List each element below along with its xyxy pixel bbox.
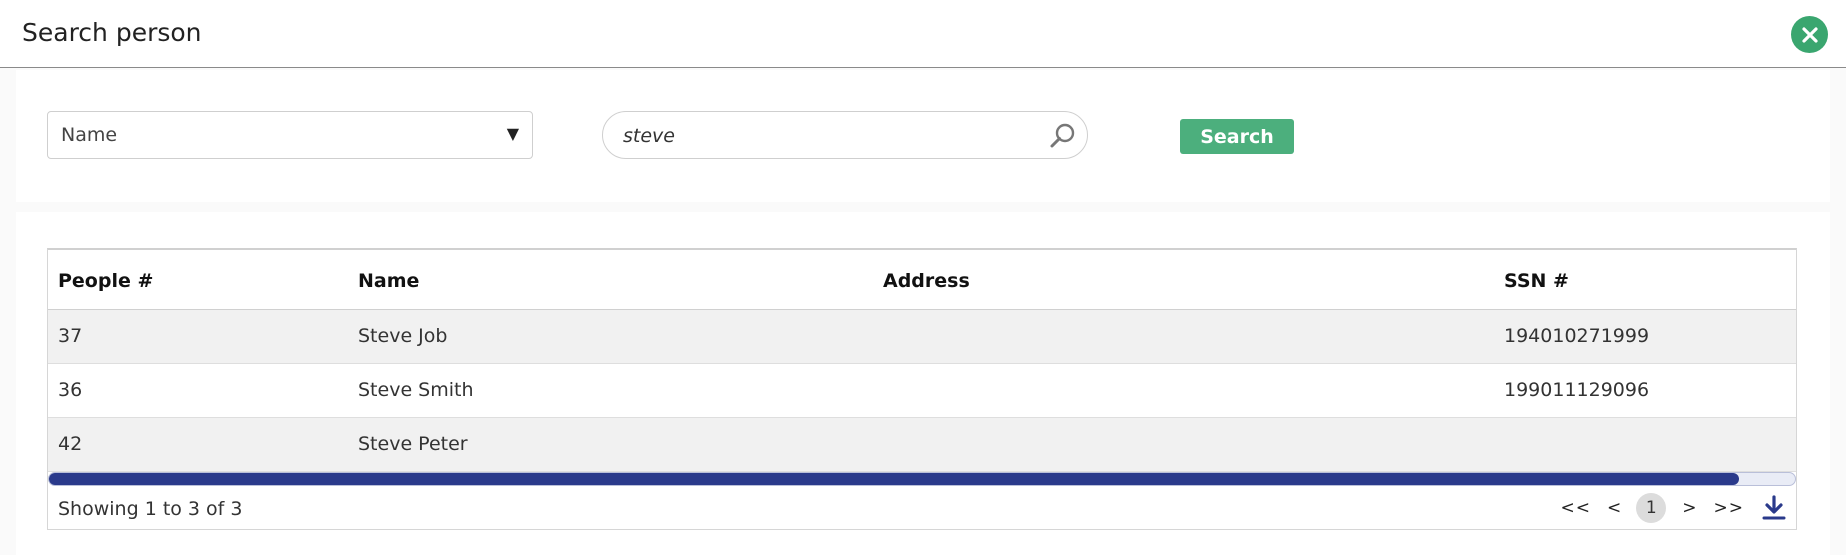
cell-ssn: 194010271999: [1504, 325, 1650, 347]
cell-name: Steve Smith: [358, 379, 474, 401]
cell-people: 37: [58, 325, 83, 347]
close-icon: [1801, 26, 1818, 43]
column-header-name[interactable]: Name: [358, 270, 419, 292]
close-button[interactable]: [1791, 16, 1828, 53]
search-field-select[interactable]: Name ▼: [47, 111, 533, 159]
search-person-dialog: Search person Name ▼ Search People # Nam…: [0, 0, 1846, 555]
table-row[interactable]: 37 Steve Job 194010271999: [48, 310, 1796, 364]
results-info: Showing 1 to 3 of 3: [58, 498, 243, 520]
current-page-button[interactable]: 1: [1636, 493, 1667, 523]
table-row[interactable]: 36 Steve Smith 199011129096: [48, 364, 1796, 418]
table-row[interactable]: 42 Steve Peter: [48, 418, 1796, 472]
search-button[interactable]: Search: [1180, 119, 1294, 154]
search-field-select-value: Name: [61, 124, 118, 146]
dialog-header: Search person: [0, 0, 1846, 68]
scrollbar-thumb[interactable]: [49, 473, 1739, 485]
chevron-down-icon: ▼: [506, 124, 519, 143]
last-page-button[interactable]: >>: [1714, 498, 1745, 518]
first-page-button[interactable]: <<: [1561, 498, 1592, 518]
cell-people: 36: [58, 379, 83, 401]
column-header-people[interactable]: People #: [58, 270, 153, 292]
results-panel: People # Name Address SSN # 37 Steve Job…: [16, 212, 1830, 555]
search-icon[interactable]: [1049, 122, 1077, 150]
horizontal-scrollbar[interactable]: [48, 472, 1796, 486]
cell-people: 42: [58, 433, 83, 455]
column-header-ssn[interactable]: SSN #: [1504, 270, 1569, 292]
filter-panel: Name ▼ Search: [16, 70, 1830, 202]
search-field: [602, 111, 1088, 159]
cell-name: Steve Job: [358, 325, 448, 347]
table-header: People # Name Address SSN #: [48, 250, 1796, 310]
search-input[interactable]: [621, 121, 1045, 151]
dialog-title: Search person: [22, 18, 202, 47]
cell-ssn: 199011129096: [1504, 379, 1650, 401]
column-header-address[interactable]: Address: [883, 270, 970, 292]
download-icon[interactable]: [1762, 495, 1786, 521]
results-table: People # Name Address SSN # 37 Steve Job…: [47, 248, 1797, 530]
pagination: << < 1 > >>: [1545, 492, 1787, 524]
prev-page-button[interactable]: <: [1607, 498, 1622, 518]
next-page-button[interactable]: >: [1682, 498, 1697, 518]
cell-name: Steve Peter: [358, 433, 468, 455]
